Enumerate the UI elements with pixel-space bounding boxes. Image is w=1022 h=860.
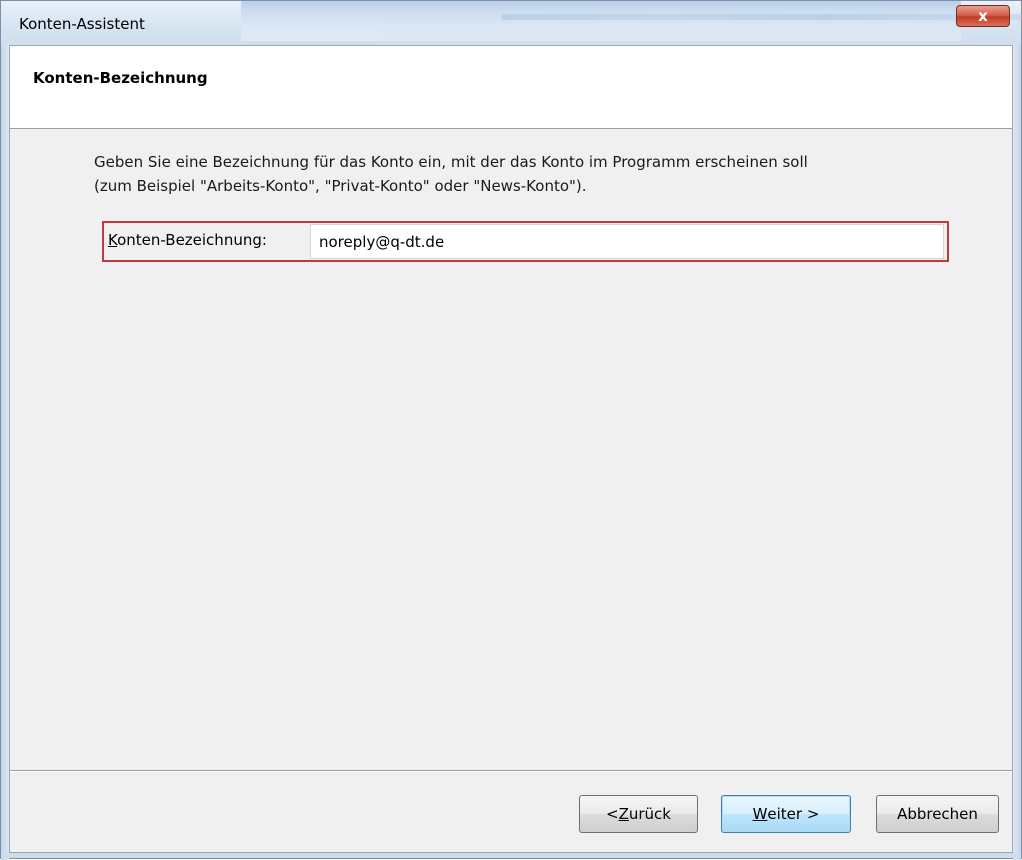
- title-bar-blurred-text: [501, 14, 1022, 20]
- title-bar-background-blur: [241, 1, 1022, 41]
- next-button-accelerator: W: [752, 805, 768, 823]
- back-button-accelerator: Z: [618, 805, 629, 823]
- next-button-label: eiter >: [767, 805, 820, 823]
- wizard-header: Konten-Bezeichnung: [10, 46, 1012, 129]
- window-title: Konten-Assistent: [19, 15, 145, 33]
- instruction-text: Geben Sie eine Bezeichnung für das Konto…: [94, 150, 974, 198]
- label-accelerator: K: [108, 231, 118, 249]
- back-button-prefix: <: [606, 805, 619, 823]
- instruction-line-2: (zum Beispiel "Arbeits-Konto", "Privat-K…: [94, 177, 587, 195]
- window-frame-left: [1, 45, 9, 860]
- account-name-label: Konten-Bezeichnung:: [108, 231, 267, 249]
- back-button-label: urück: [628, 805, 671, 823]
- account-name-input[interactable]: [310, 224, 944, 259]
- page-title: Konten-Bezeichnung: [33, 69, 208, 87]
- window-frame-bottom: [1, 853, 1021, 858]
- account-name-field-row: Konten-Bezeichnung:: [102, 221, 949, 262]
- footer-separator: [10, 770, 1012, 772]
- close-button[interactable]: x: [956, 5, 1010, 27]
- next-button[interactable]: Weiter >: [721, 795, 851, 833]
- dialog-window: Konten-Assistent x Konten-Bezeichnung Ge…: [0, 0, 1022, 860]
- cancel-button[interactable]: Abbrechen: [876, 795, 999, 833]
- window-frame-right: [1013, 45, 1021, 860]
- wizard-client-area: Konten-Bezeichnung Geben Sie eine Bezeic…: [9, 45, 1013, 853]
- title-bar[interactable]: Konten-Assistent x: [1, 1, 1022, 45]
- label-text: onten-Bezeichnung:: [117, 231, 267, 249]
- back-button[interactable]: < Zurück: [579, 795, 698, 833]
- instruction-line-1: Geben Sie eine Bezeichnung für das Konto…: [94, 153, 808, 171]
- close-icon: x: [978, 7, 988, 25]
